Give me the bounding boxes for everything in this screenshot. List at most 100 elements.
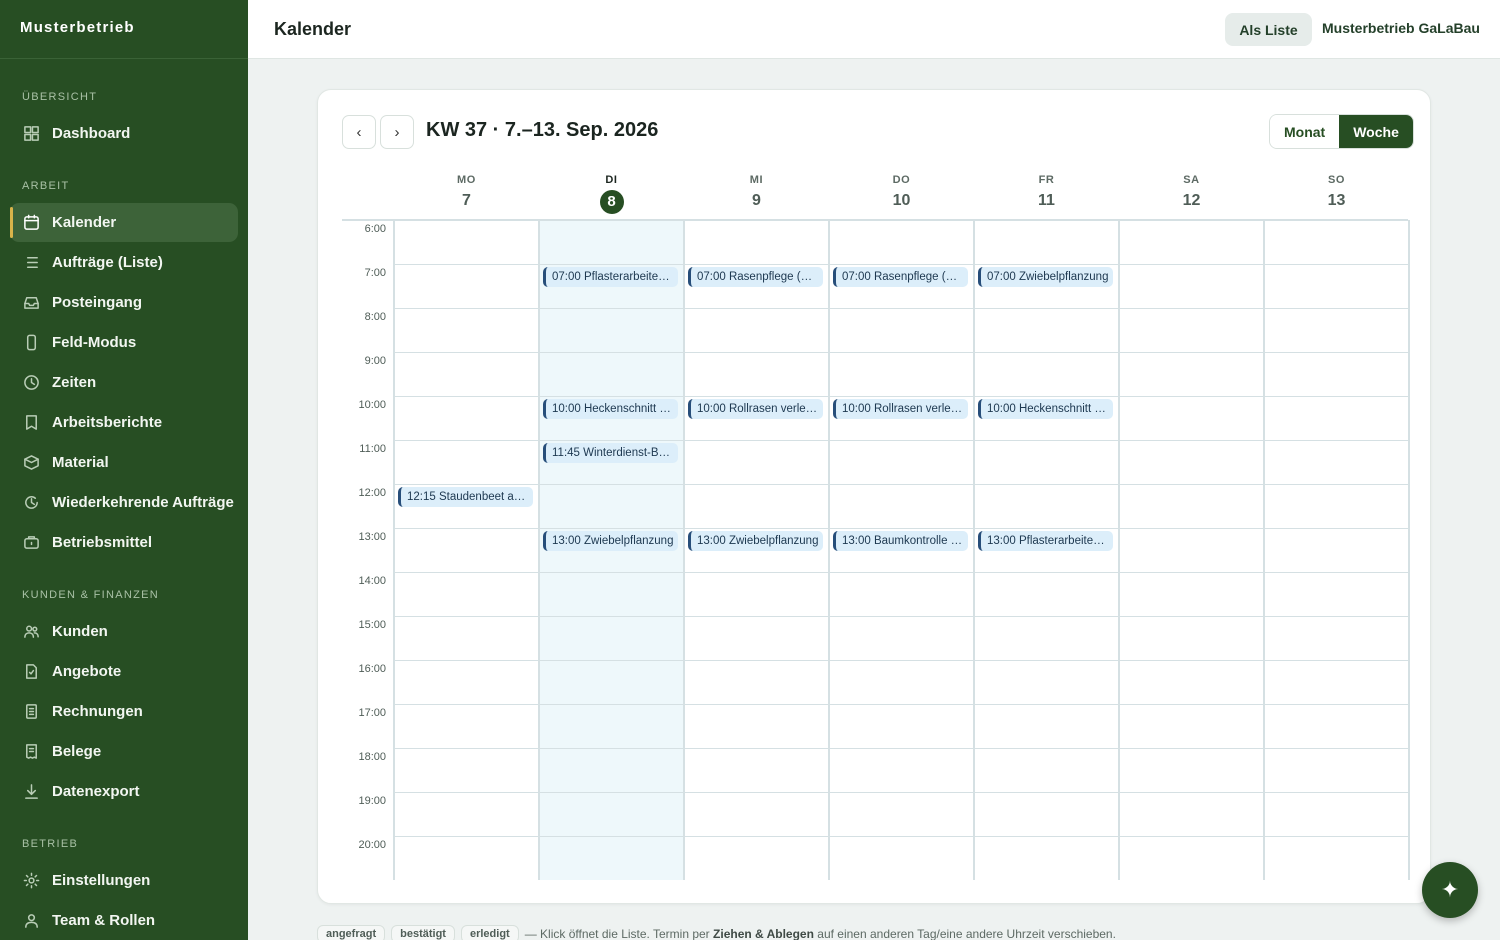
sidebar-item-datenexport[interactable]: Datenexport bbox=[10, 772, 238, 811]
sidebar-item-label: Belege bbox=[52, 743, 102, 760]
hour-label: 20:00 bbox=[358, 839, 386, 851]
view-week-button[interactable]: Woche bbox=[1339, 115, 1413, 148]
hour-gridline bbox=[394, 440, 1408, 441]
sidebar-item-material[interactable]: Material bbox=[10, 443, 238, 482]
hour-label: 16:00 bbox=[358, 663, 386, 675]
sidebar-item-kalender[interactable]: Kalender bbox=[10, 203, 238, 242]
sidebar-item-einstellungen[interactable]: Einstellungen bbox=[10, 861, 238, 900]
sidebar-section-label: ARBEIT bbox=[22, 180, 70, 192]
sidebar-item-aufträge-liste[interactable]: Aufträge (Liste) bbox=[10, 243, 238, 282]
calendar-event[interactable]: 10:00 Rollrasen verle… bbox=[833, 399, 968, 419]
hour-gridline bbox=[394, 572, 1408, 573]
sidebar-item-angebote[interactable]: Angebote bbox=[10, 652, 238, 691]
calendar-event[interactable]: 10:00 Heckenschnitt … bbox=[978, 399, 1113, 419]
sidebar-item-feld-modus[interactable]: Feld-Modus bbox=[10, 323, 238, 362]
day-gridline bbox=[1263, 220, 1265, 880]
today-date-badge: 8 bbox=[599, 190, 624, 214]
sidebar-section-label: BETRIEB bbox=[22, 838, 79, 850]
hour-gridline bbox=[394, 704, 1408, 705]
day-date: 7 bbox=[462, 192, 471, 209]
status-legend: angefragt bestätigt erledigt — Klick öff… bbox=[317, 924, 1116, 940]
sidebar-item-betriebsmittel[interactable]: Betriebsmittel bbox=[10, 523, 238, 562]
invoice-icon bbox=[22, 703, 40, 721]
gear-icon bbox=[22, 872, 40, 890]
sidebar-item-label: Angebote bbox=[52, 663, 122, 680]
day-name: FR bbox=[1038, 174, 1055, 186]
sidebar-item-label: Aufträge (Liste) bbox=[52, 254, 163, 271]
day-date: 10 bbox=[892, 192, 911, 209]
calendar-event[interactable]: 13:00 Zwiebelpflanzung bbox=[688, 531, 823, 551]
calendar-event[interactable]: 10:00 Rollrasen verle… bbox=[688, 399, 823, 419]
sidebar-item-label: Wiederkehrende Aufträge bbox=[52, 494, 234, 511]
calendar-event[interactable]: 07:00 Zwiebelpflanzung bbox=[978, 267, 1113, 287]
as-list-button[interactable]: Als Liste bbox=[1225, 13, 1312, 46]
calendar-event[interactable]: 13:00 Baumkontrolle … bbox=[833, 531, 968, 551]
hour-gridline bbox=[394, 660, 1408, 661]
recurring-icon bbox=[22, 494, 40, 512]
legend-text-bold: Ziehen & Ablegen bbox=[713, 927, 814, 940]
calendar-event[interactable]: 12:15 Staudenbeet a… bbox=[398, 487, 533, 507]
legend-text-before: — Klick öffnet die Liste. Termin per bbox=[524, 927, 710, 940]
hour-label: 10:00 bbox=[358, 399, 386, 411]
hour-gridline bbox=[394, 352, 1408, 353]
day-date: 9 bbox=[752, 192, 761, 209]
sidebar-item-belege[interactable]: Belege bbox=[10, 732, 238, 771]
day-gridline bbox=[828, 220, 830, 880]
calendar-card: ‹ › KW 37 · 7.–13. Sep. 2026 Monat Woche… bbox=[317, 89, 1431, 904]
sidebar-item-label: Posteingang bbox=[52, 294, 143, 311]
calendar-event[interactable]: 13:00 Pflasterarbeite… bbox=[978, 531, 1113, 551]
calendar-event[interactable]: 10:00 Heckenschnitt … bbox=[543, 399, 678, 419]
assistant-sparkle-button[interactable]: ✦ bbox=[1422, 862, 1478, 918]
company-switcher[interactable]: Musterbetrieb GaLaBau bbox=[1322, 20, 1480, 36]
view-month-button[interactable]: Monat bbox=[1270, 115, 1340, 148]
calendar-event[interactable]: 11:45 Winterdienst-B… bbox=[543, 443, 678, 463]
hour-label: 15:00 bbox=[358, 619, 386, 631]
sidebar-item-wiederkehrende-aufträge[interactable]: Wiederkehrende Aufträge bbox=[10, 483, 238, 522]
download-icon bbox=[22, 783, 40, 801]
status-chip-done: erledigt bbox=[460, 925, 519, 940]
calendar-event[interactable]: 13:00 Zwiebelpflanzung bbox=[543, 531, 678, 551]
day-gridline bbox=[538, 220, 540, 880]
box-icon bbox=[22, 454, 40, 472]
sidebar-item-label: Rechnungen bbox=[52, 703, 143, 720]
sidebar-item-dashboard[interactable]: Dashboard bbox=[10, 114, 238, 153]
sidebar-item-kunden[interactable]: Kunden bbox=[10, 612, 238, 651]
calendar-event[interactable]: 07:00 Rasenpflege (… bbox=[833, 267, 968, 287]
sidebar-item-arbeitsberichte[interactable]: Arbeitsberichte bbox=[10, 403, 238, 442]
sidebar-item-rechnungen[interactable]: Rechnungen bbox=[10, 692, 238, 731]
sidebar-section-label: KUNDEN & FINANZEN bbox=[22, 589, 159, 601]
next-week-button[interactable]: › bbox=[380, 115, 414, 149]
hour-label: 19:00 bbox=[358, 795, 386, 807]
hour-gridline bbox=[394, 264, 1408, 265]
inbox-icon bbox=[22, 294, 40, 312]
sidebar-item-label: Feld-Modus bbox=[52, 334, 137, 351]
clock-icon bbox=[22, 374, 40, 392]
status-chip-requested: angefragt bbox=[317, 925, 386, 940]
day-header: MI 9 bbox=[684, 168, 829, 212]
dashboard-icon bbox=[22, 125, 40, 143]
calendar-event[interactable]: 07:00 Rasenpflege (… bbox=[688, 267, 823, 287]
day-name: MO bbox=[457, 174, 476, 186]
sidebar-item-team-rollen[interactable]: Team & Rollen bbox=[10, 901, 238, 940]
sidebar-item-posteingang[interactable]: Posteingang bbox=[10, 283, 238, 322]
hour-gridline bbox=[394, 528, 1408, 529]
sidebar-item-zeiten[interactable]: Zeiten bbox=[10, 363, 238, 402]
calendar-title: KW 37 · 7.–13. Sep. 2026 bbox=[426, 119, 659, 141]
top-bar: Kalender Als Liste Musterbetrieb GaLaBau bbox=[248, 0, 1500, 59]
day-name: DI bbox=[605, 174, 618, 186]
calendar-event[interactable]: 07:00 Pflasterarbeite… bbox=[543, 267, 678, 287]
sidebar-item-label: Dashboard bbox=[52, 125, 131, 142]
hour-gridline bbox=[394, 792, 1408, 793]
day-date: 11 bbox=[1038, 192, 1055, 209]
hour-label: 8:00 bbox=[364, 311, 386, 323]
grid-top-border bbox=[342, 219, 1408, 221]
toolbox-icon bbox=[22, 534, 40, 552]
hour-gridline bbox=[394, 308, 1408, 309]
day-header: MO 7 bbox=[394, 168, 539, 212]
hour-label: 13:00 bbox=[358, 531, 386, 543]
sidebar-item-label: Arbeitsberichte bbox=[52, 414, 163, 431]
list-icon bbox=[22, 254, 40, 272]
hour-label: 7:00 bbox=[364, 267, 386, 279]
prev-week-button[interactable]: ‹ bbox=[342, 115, 376, 149]
sidebar-item-label: Zeiten bbox=[52, 374, 97, 391]
